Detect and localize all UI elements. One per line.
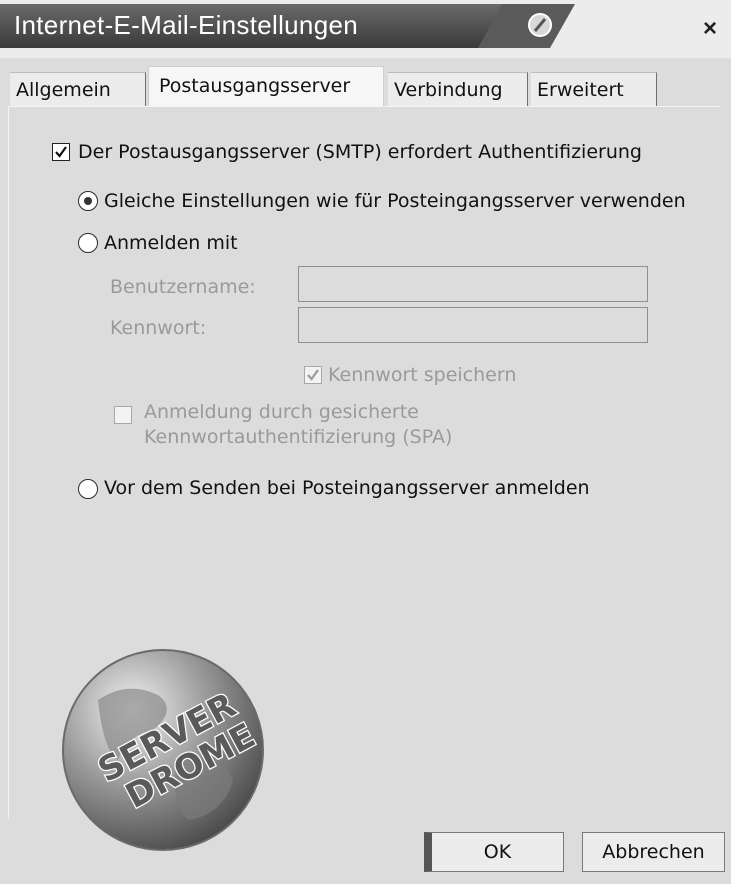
tab-allgemein[interactable]: Allgemein xyxy=(10,72,146,106)
title-bar: Internet-E-Mail-Einstellungen × xyxy=(0,0,731,58)
checkmark-icon xyxy=(55,146,67,158)
ok-button[interactable]: OK xyxy=(424,832,564,872)
spa-label-line1[interactable]: Anmeldung durch gesicherte xyxy=(144,401,419,423)
login-before-send-label[interactable]: Vor dem Senden bei Posteingangsserver an… xyxy=(104,477,590,499)
username-label: Benutzername: xyxy=(110,276,256,298)
smtp-auth-label[interactable]: Der Postausgangsserver (SMTP) erfordert … xyxy=(78,141,642,163)
close-icon: × xyxy=(702,15,717,42)
serverdrome-logo: SERVER DROME xyxy=(62,649,264,851)
tab-verbindung[interactable]: Verbindung xyxy=(388,72,528,106)
spa-label-line2[interactable]: Kennwortauthentifizierung (SPA) xyxy=(144,426,452,448)
radio-login-before-send[interactable] xyxy=(78,479,98,499)
close-button[interactable]: × xyxy=(697,16,723,42)
tab-erweitert[interactable]: Erweitert xyxy=(531,72,657,106)
save-password-label[interactable]: Kennwort speichern xyxy=(328,364,516,386)
password-label: Kennwort: xyxy=(110,317,207,339)
same-settings-label[interactable]: Gleiche Einstellungen wie für Posteingan… xyxy=(104,190,686,212)
username-input[interactable] xyxy=(298,266,648,302)
tab-label: Allgemein xyxy=(16,79,111,101)
password-input[interactable] xyxy=(298,307,648,343)
tab-postausgangsserver[interactable]: Postausgangsserver xyxy=(148,66,384,108)
radio-login-with[interactable] xyxy=(78,233,98,253)
radio-selected-dot xyxy=(84,197,92,205)
save-password-checkbox[interactable] xyxy=(304,366,322,384)
tab-label: Postausgangsserver xyxy=(159,75,351,97)
window-menu-icon[interactable] xyxy=(527,12,553,38)
checkmark-icon xyxy=(307,369,319,381)
cancel-button[interactable]: Abbrechen xyxy=(582,832,725,872)
tab-label: Verbindung xyxy=(394,79,503,101)
spa-checkbox[interactable] xyxy=(114,406,132,424)
cancel-button-label: Abbrechen xyxy=(602,841,705,863)
tab-label: Erweitert xyxy=(537,79,624,101)
window-title: Internet-E-Mail-Einstellungen xyxy=(14,10,358,40)
ok-button-label: OK xyxy=(483,841,512,863)
radio-same-settings[interactable] xyxy=(78,191,98,211)
login-with-label[interactable]: Anmelden mit xyxy=(104,232,238,254)
smtp-auth-checkbox[interactable] xyxy=(52,143,70,161)
